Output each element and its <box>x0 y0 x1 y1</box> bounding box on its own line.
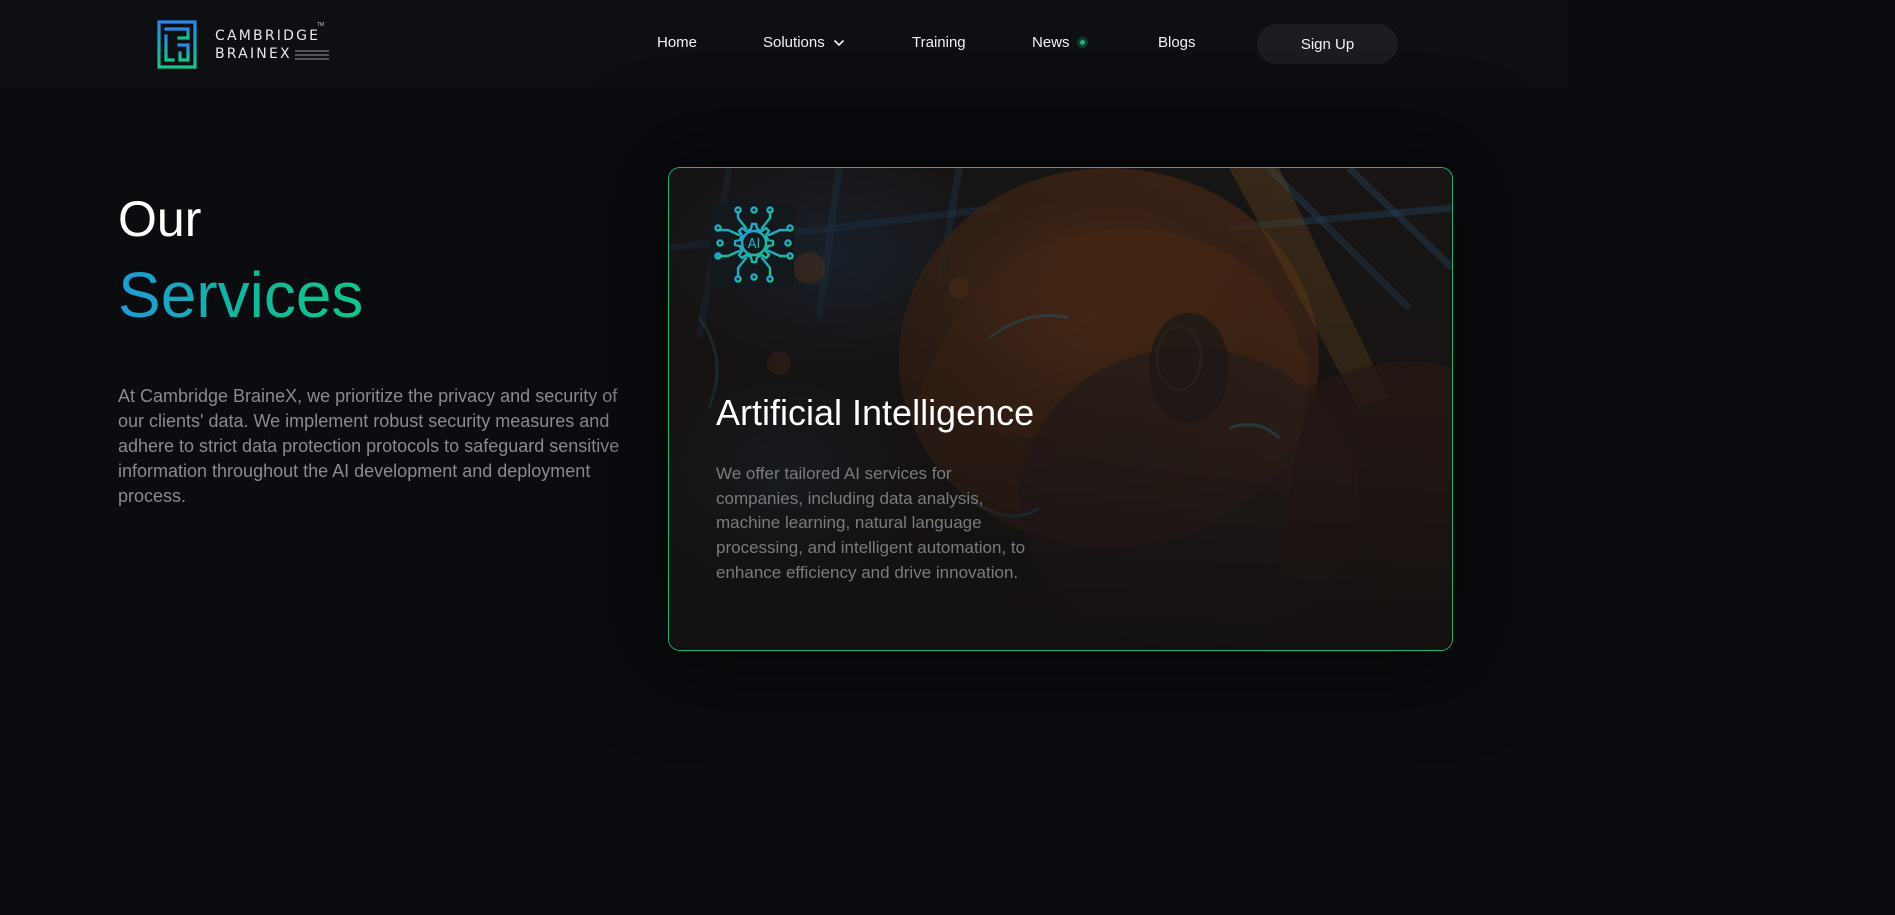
services-intro-text: At Cambridge BraineX, we prioritize the … <box>118 386 620 506</box>
site-header: CAMBRIDGE BRAINEX TM Home Solutions Trai… <box>0 0 1568 88</box>
nav-item-news[interactable]: News <box>1032 34 1088 51</box>
service-card-ai[interactable]: AI Artificial Intelligence We offer tail… <box>668 167 1453 651</box>
nav-item-home[interactable]: Home <box>657 34 697 51</box>
nav-item-blogs[interactable]: Blogs <box>1158 34 1196 51</box>
ai-circuit-gear-icon: AI <box>710 204 794 288</box>
services-heading-line-2: Services <box>118 259 364 331</box>
news-indicator-dot <box>1076 37 1088 48</box>
nav-item-solutions[interactable]: Solutions <box>763 34 845 51</box>
nav-item-solutions-label: Solutions <box>763 34 825 51</box>
services-heading-line-1: Our <box>118 191 202 247</box>
nav-item-training[interactable]: Training <box>912 34 966 51</box>
ai-icon-text: AI <box>748 237 761 252</box>
nav-item-news-label: News <box>1032 34 1070 51</box>
service-card-title: Artificial Intelligence <box>716 392 1035 433</box>
chevron-down-icon <box>833 39 844 46</box>
sign-up-button[interactable]: Sign Up <box>1257 24 1398 64</box>
service-card-description: We offer tailored AI services for compan… <box>716 464 1026 582</box>
